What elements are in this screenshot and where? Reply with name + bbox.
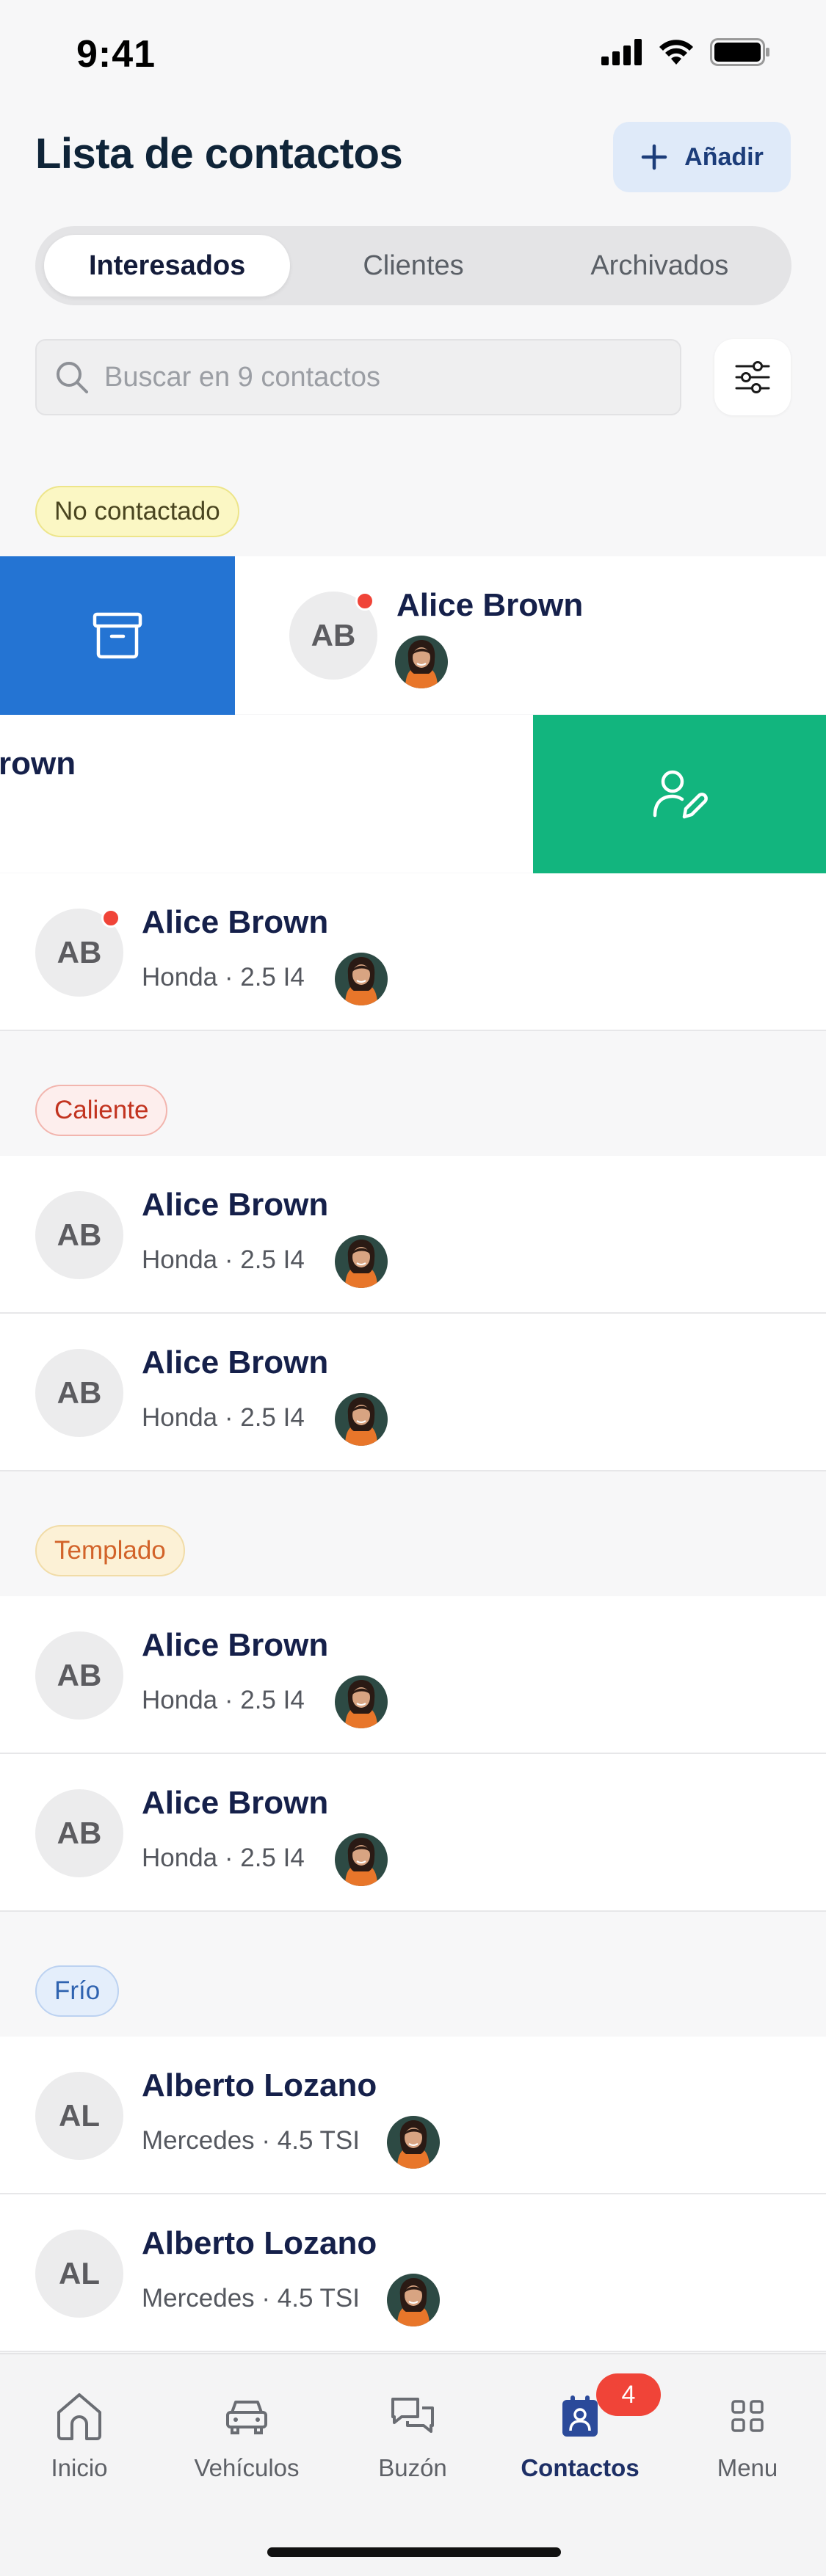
tabbar-icon-wrap (54, 2388, 104, 2444)
avatar: AL (35, 2072, 123, 2160)
contact-vehicle: Honda · 2.5 I4 (142, 1844, 305, 1872)
sliders-icon (735, 361, 770, 393)
search-bar (35, 339, 681, 415)
owner-avatar (387, 2274, 440, 2326)
section-label-no-contactado: No contactado (35, 486, 239, 537)
avatar-initials: AB (57, 1375, 102, 1410)
unread-dot (355, 592, 374, 611)
tabbar-item-vehiculos[interactable]: Vehículos (173, 2388, 320, 2482)
tabbar-label: Menu (717, 2454, 778, 2481)
owner-avatar (395, 636, 448, 688)
filter-button[interactable] (714, 339, 791, 415)
contact-name-fragment: rown (0, 746, 76, 782)
battery-icon (710, 38, 769, 66)
contact-name: Alice Brown (142, 1785, 329, 1821)
plus-icon (641, 144, 667, 170)
avatar: AB (35, 1789, 123, 1877)
contact-name: Alberto Lozano (142, 2067, 377, 2103)
contact-row[interactable]: AL Alberto Lozano Mercedes · 4.5 TSI (0, 2194, 826, 2352)
status-icons (601, 38, 770, 66)
add-contact-label: Añadir (684, 142, 764, 171)
owner-avatar (335, 1676, 388, 1728)
tabbar-item-inicio[interactable]: Inicio (6, 2388, 153, 2482)
avatar-initials: AB (57, 1816, 102, 1850)
avatar: AL (35, 2230, 123, 2318)
tabbar-label: Buzón (378, 2454, 447, 2481)
user-edit-icon (653, 770, 708, 819)
avatar-initials: AB (311, 618, 356, 652)
contact-vehicle: Mercedes · 4.5 TSI (142, 2126, 360, 2155)
contact-row[interactable]: AB Alice Brown Honda · 2.5 I4 (0, 1156, 826, 1314)
search-input[interactable] (104, 361, 662, 393)
contact-row[interactable]: AB Alice Brown Honda · 2.5 I4 (0, 1596, 826, 1754)
tabbar-item-buzon[interactable]: Buzón (339, 2388, 486, 2482)
tab-clientes[interactable]: Clientes (290, 235, 536, 296)
avatar-initials: AB (57, 935, 102, 969)
archive-box-icon (93, 612, 142, 659)
contact-vehicle: Honda · 2.5 I4 (142, 1245, 305, 1274)
tabbar-icon-wrap (225, 2388, 269, 2444)
owner-avatar (335, 1235, 388, 1288)
grid-icon (731, 2400, 764, 2432)
page-title: Lista de contactos (35, 130, 403, 178)
owner-avatar (335, 1833, 388, 1886)
status-bar: 9:41 (0, 0, 826, 110)
tabbar-label: Contactos (521, 2454, 640, 2481)
contact-name: Alice Brown (142, 1627, 329, 1663)
chat-icon (391, 2398, 434, 2433)
contact-vehicle: Honda · 2.5 I4 (142, 1686, 305, 1714)
section-label-caliente: Caliente (35, 1085, 168, 1136)
avatar-initials: AB (57, 1658, 102, 1692)
tabbar-icon-wrap (731, 2388, 764, 2444)
contact-vehicle: Mercedes · 4.5 TSI (142, 2284, 360, 2313)
tabbar-label: Vehículos (194, 2454, 300, 2481)
section-label-frio: Frío (35, 1965, 120, 2017)
avatar: AB (289, 592, 377, 680)
avatar-initials: AL (59, 2256, 100, 2291)
contact-name: Alice Brown (142, 904, 329, 940)
tab-interesados[interactable]: Interesados (44, 235, 291, 296)
contact-row[interactable]: AL Alberto Lozano Mercedes · 4.5 TSI (0, 2037, 826, 2194)
contact-name: Alice Brown (396, 587, 584, 623)
tabbar-item-menu[interactable]: Menu (674, 2388, 821, 2482)
avatar-initials: AL (59, 2098, 100, 2133)
contact-row[interactable]: AB Alice Brown Honda · 2.5 I4 (0, 1314, 826, 1471)
tabbar-icon-wrap (390, 2388, 435, 2444)
home-indicator (267, 2547, 561, 2557)
bottom-tab-bar: Inicio Vehículos Buzón Contactos Menu (0, 2353, 826, 2576)
archive-action-button[interactable] (0, 556, 235, 715)
contact-name: Alice Brown (142, 1345, 329, 1380)
avatar: AB (35, 1631, 123, 1720)
owner-avatar (335, 1393, 388, 1446)
contact-row[interactable]: AB Alice Brown Honda · 2.5 I4 (0, 1754, 826, 1912)
avatar: AB (35, 1191, 123, 1279)
contact-vehicle: Honda · 2.5 I4 (142, 963, 305, 992)
assign-contact-action-button[interactable] (533, 715, 826, 873)
cellular-signal-icon (601, 39, 642, 65)
home-icon (57, 2393, 101, 2440)
contact-name: Alberto Lozano (142, 2225, 377, 2261)
contact-vehicle: Honda · 2.5 I4 (142, 1403, 305, 1432)
avatar: AB (35, 1349, 123, 1437)
contact-row[interactable]: AB Alice Brown Honda · 2.5 I4 (0, 873, 826, 1031)
add-contact-button[interactable]: Añadir (613, 122, 791, 192)
search-icon (57, 362, 88, 393)
avatar-initials: AB (57, 1218, 102, 1252)
tabbar-label: Inicio (51, 2454, 108, 2481)
wifi-icon (659, 40, 693, 65)
owner-avatar (335, 953, 388, 1005)
owner-avatar (387, 2116, 440, 2169)
contact-name: Alice Brown (142, 1187, 329, 1223)
tab-archivados[interactable]: Archivados (537, 235, 783, 296)
unread-dot (101, 909, 120, 928)
segmented-tabs: Interesados Clientes Archivados (35, 226, 791, 305)
car-icon (226, 2401, 267, 2434)
contacts-icon (562, 2395, 598, 2437)
status-time: 9:41 (76, 33, 156, 76)
avatar: AB (35, 909, 123, 997)
contacts-badge: 4 (596, 2373, 661, 2416)
tabbar-icon-wrap (560, 2388, 600, 2444)
section-label-templado: Templado (35, 1525, 185, 1576)
